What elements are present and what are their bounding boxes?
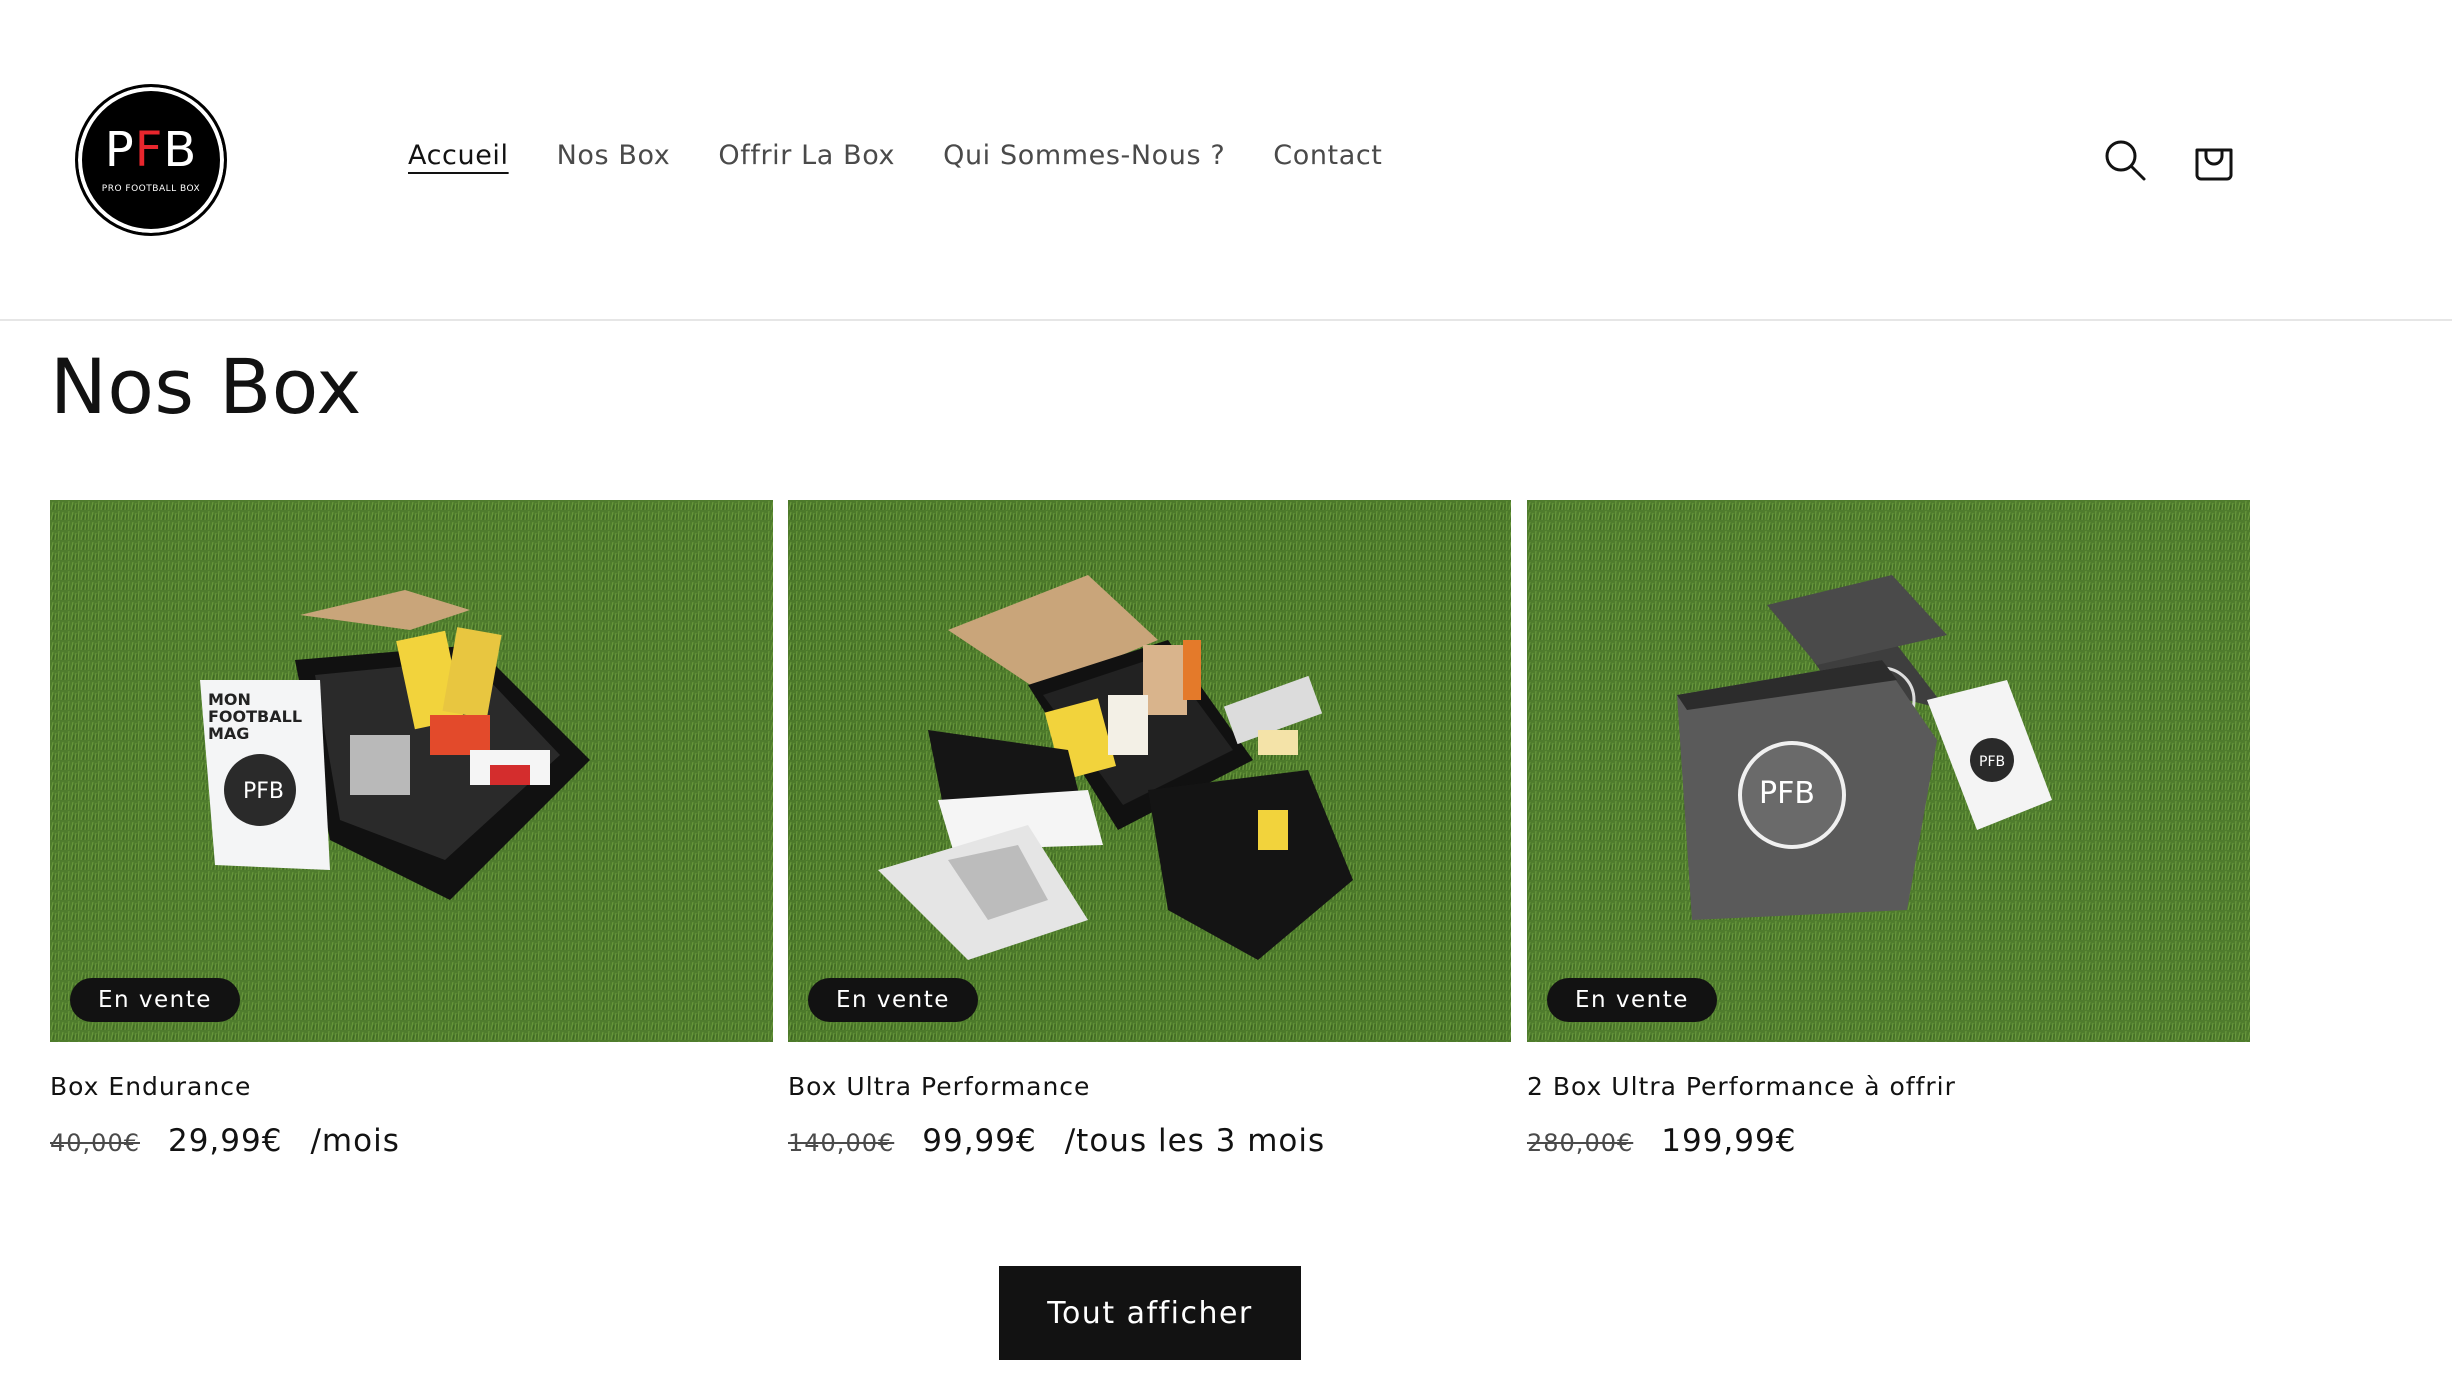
search-button[interactable] bbox=[2095, 130, 2155, 190]
product-card-box-ultra-performance[interactable]: En vente Box Ultra Performance 140,00€ 9… bbox=[788, 500, 1511, 1159]
price-row: 40,00€ 29,99€ /mois bbox=[50, 1123, 773, 1159]
svg-text:PFB: PFB bbox=[243, 779, 284, 804]
svg-text:PFB: PFB bbox=[1759, 776, 1815, 811]
price-regular: 40,00€ bbox=[50, 1129, 140, 1157]
nav-item-contact[interactable]: Contact bbox=[1273, 140, 1382, 171]
nav-item-offrir-la-box[interactable]: Offrir La Box bbox=[718, 140, 895, 171]
product-grid: MON FOOTBALL MAG PFB En vente Box Endura… bbox=[50, 500, 2250, 1200]
svg-text:MAG: MAG bbox=[208, 724, 249, 743]
logo-letters: PFB bbox=[104, 122, 198, 178]
product-name[interactable]: Box Ultra Performance bbox=[788, 1072, 1511, 1101]
sale-badge: En vente bbox=[70, 978, 240, 1022]
cart-button[interactable] bbox=[2184, 130, 2244, 190]
price-row: 140,00€ 99,99€ /tous les 3 mois bbox=[788, 1123, 1511, 1159]
cart-icon bbox=[2195, 148, 2233, 181]
site-header: PFB PRO FOOTBALL BOX Accueil Nos Box Off… bbox=[0, 0, 2452, 321]
nav-item-accueil[interactable]: Accueil bbox=[408, 140, 509, 171]
page-title: Nos Box bbox=[50, 342, 362, 431]
brand-logo[interactable]: PFB PRO FOOTBALL BOX bbox=[75, 84, 227, 236]
price-sale: 199,99€ bbox=[1661, 1123, 1797, 1159]
price-regular: 140,00€ bbox=[788, 1129, 895, 1157]
product-name[interactable]: Box Endurance bbox=[50, 1072, 773, 1101]
price-row: 280,00€ 199,99€ bbox=[1527, 1123, 2250, 1159]
price-regular: 280,00€ bbox=[1527, 1129, 1634, 1157]
view-all-button[interactable]: Tout afficher bbox=[999, 1266, 1301, 1360]
sale-badge: En vente bbox=[1547, 978, 1717, 1022]
product-photo-box-ultra-performance bbox=[788, 500, 1511, 1042]
price-unit: /tous les 3 mois bbox=[1064, 1123, 1326, 1159]
svg-text:PFB: PFB bbox=[1979, 754, 2005, 770]
sale-badge: En vente bbox=[808, 978, 978, 1022]
product-photo-2-box-ultra-performance: PFB PFB bbox=[1527, 500, 2250, 1042]
search-icon bbox=[2105, 140, 2146, 181]
product-name[interactable]: 2 Box Ultra Performance à offrir bbox=[1527, 1072, 2250, 1101]
price-sale: 99,99€ bbox=[922, 1123, 1037, 1159]
product-image[interactable]: PFB PFB En vente bbox=[1527, 500, 2250, 1042]
product-image[interactable]: MON FOOTBALL MAG PFB En vente bbox=[50, 500, 773, 1042]
product-image[interactable]: En vente bbox=[788, 500, 1511, 1042]
price-unit: /mois bbox=[310, 1123, 400, 1159]
price-sale: 29,99€ bbox=[167, 1123, 283, 1159]
product-photo-box-endurance: MON FOOTBALL MAG PFB bbox=[50, 500, 773, 1042]
main-nav: Accueil Nos Box Offrir La Box Qui Sommes… bbox=[408, 140, 1383, 171]
logo-tagline: PRO FOOTBALL BOX bbox=[101, 184, 201, 194]
nav-item-nos-box[interactable]: Nos Box bbox=[557, 140, 671, 171]
nav-item-qui-sommes-nous[interactable]: Qui Sommes-Nous ? bbox=[943, 140, 1225, 171]
product-card-2-box-ultra-performance[interactable]: PFB PFB En vente 2 Box Ultra Performance… bbox=[1527, 500, 2250, 1159]
product-card-box-endurance[interactable]: MON FOOTBALL MAG PFB En vente Box Endura… bbox=[50, 500, 773, 1159]
